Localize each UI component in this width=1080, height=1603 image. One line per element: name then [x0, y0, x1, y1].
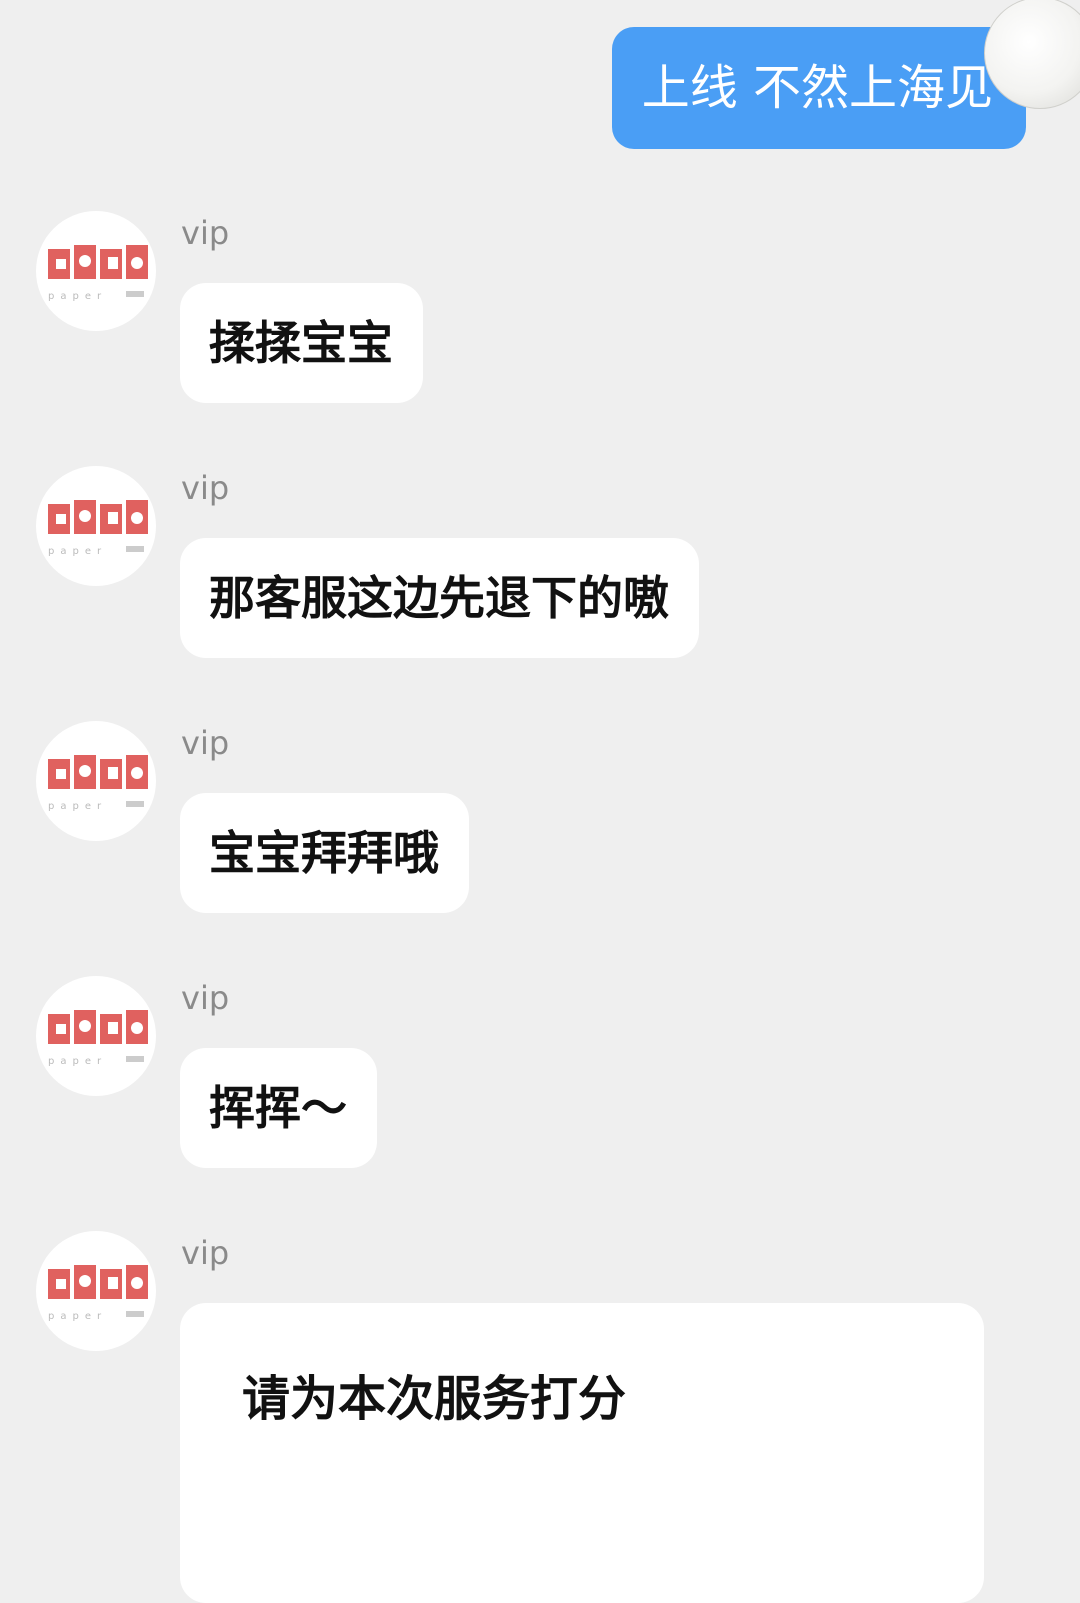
message-bubble[interactable]: 挥挥～ [180, 1048, 377, 1168]
svg-text:paper: paper [48, 1056, 107, 1067]
sender-name: vip [181, 469, 230, 507]
outgoing-message: 上线 不然上海见 [611, 0, 1080, 149]
svg-text:paper: paper [48, 1311, 107, 1322]
paper-logo-icon[interactable]: paper [36, 466, 156, 586]
svg-text:paper: paper [48, 801, 107, 812]
rating-card-title: 请为本次服务打分 [242, 1371, 627, 1427]
sender-name: vip [181, 724, 230, 762]
paper-logo-icon[interactable]: paper [36, 1231, 156, 1351]
svg-text:paper: paper [48, 546, 107, 557]
message-bubble[interactable]: 那客服这边先退下的嗷 [180, 538, 699, 658]
sender-name: vip [181, 1234, 230, 1272]
sender-name: vip [181, 979, 230, 1017]
message-bubble[interactable]: 宝宝拜拜哦 [180, 793, 469, 913]
outgoing-bubble[interactable]: 上线 不然上海见 [611, 27, 1026, 149]
paper-logo-icon[interactable]: paper [36, 976, 156, 1096]
paper-logo-icon[interactable]: paper [36, 211, 156, 331]
svg-text:paper: paper [48, 291, 107, 302]
chat-area: 上线 不然上海见 paper vip 揉揉宝宝 paper vip 那客服这边先… [0, 0, 1080, 1603]
sender-name: vip [181, 214, 230, 252]
paper-logo-icon[interactable]: paper [36, 721, 156, 841]
message-bubble[interactable]: 揉揉宝宝 [180, 283, 423, 403]
rating-card[interactable]: 请为本次服务打分 [180, 1303, 984, 1603]
